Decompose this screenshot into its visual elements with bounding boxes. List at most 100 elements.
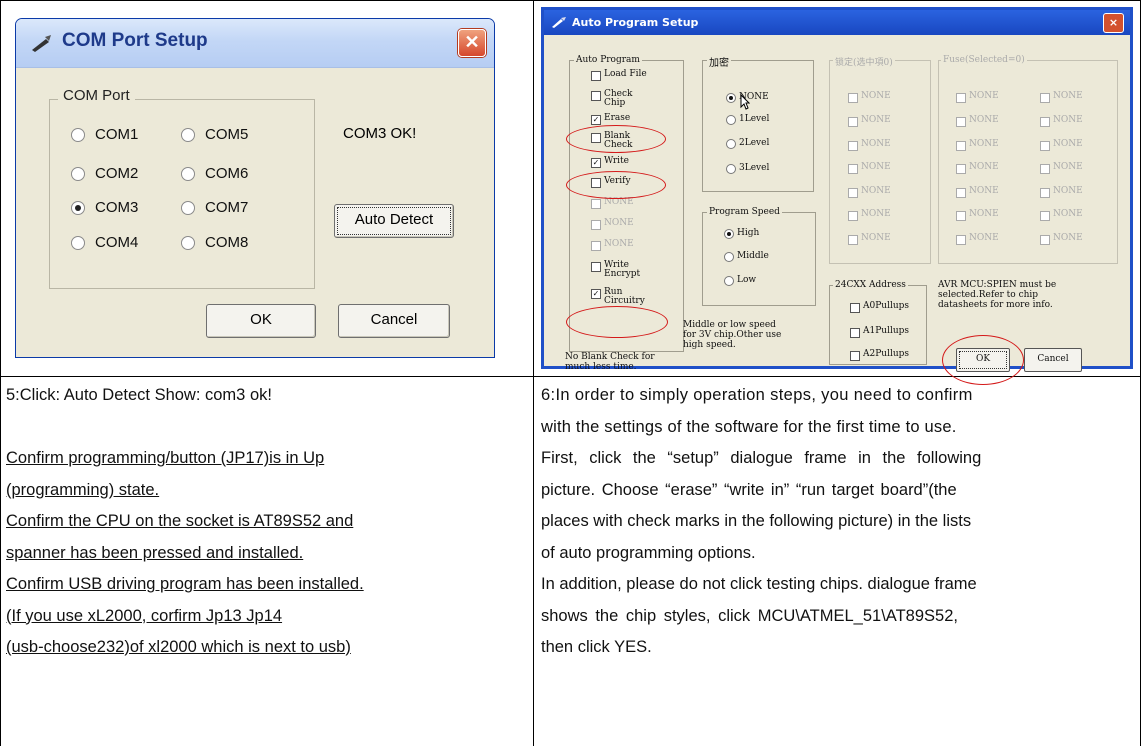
fuse-group bbox=[938, 60, 1118, 264]
wand-icon bbox=[552, 17, 566, 28]
title-bar: COM Port Setup ✕ bbox=[16, 19, 494, 68]
checkbox-box bbox=[591, 91, 601, 101]
lock-label: 锁定(选中項0) bbox=[833, 55, 895, 68]
instruction-line: (usb-choose232)of xl2000 which is next t… bbox=[6, 638, 351, 656]
checkbox-box bbox=[1040, 164, 1050, 174]
checkbox-label: Check Chip bbox=[604, 89, 633, 108]
cancel-button[interactable]: Cancel bbox=[1024, 348, 1082, 372]
step-6-line: 6:In order to simply operation steps, yo… bbox=[541, 386, 973, 404]
wand-icon bbox=[32, 35, 51, 52]
encrypt-label: 加密 bbox=[707, 54, 731, 69]
checkbox-box bbox=[848, 141, 858, 151]
instruction-line: Confirm USB driving program has been ins… bbox=[6, 575, 364, 593]
right-instructions: 6:In order to simply operation steps, yo… bbox=[541, 380, 1133, 664]
step-6-line: with the settings of the software for th… bbox=[541, 417, 957, 436]
checkbox-label: NONE bbox=[1053, 115, 1083, 125]
dialog-title: COM Port Setup bbox=[62, 30, 208, 51]
instruction-line: spanner has been pressed and installed. bbox=[6, 543, 304, 562]
checkbox-label: NONE bbox=[861, 139, 891, 149]
close-button[interactable]: × bbox=[1103, 13, 1124, 33]
checkbox-box bbox=[1040, 93, 1050, 103]
checkbox-box bbox=[848, 211, 858, 221]
instruction-line: Confirm the CPU on the socket is AT89S52… bbox=[6, 512, 354, 530]
checkbox-label: NONE bbox=[861, 186, 891, 196]
step-6-line: of auto programming options. bbox=[541, 543, 756, 562]
dialog-title: Auto Program Setup bbox=[572, 16, 699, 29]
checkbox-label: NONE bbox=[969, 139, 999, 149]
checkbox-label: NONE bbox=[861, 91, 891, 101]
blank-check-note: No Blank Check for much less time. bbox=[565, 352, 655, 372]
address-label: 24CXX Address bbox=[833, 280, 908, 290]
checkbox-box bbox=[1040, 188, 1050, 198]
close-button[interactable]: ✕ bbox=[458, 29, 486, 57]
instruction-line: (programming) state. bbox=[6, 480, 160, 499]
step-6-line: First, click the “setup” dialogue frame … bbox=[541, 449, 982, 467]
checkbox-box bbox=[956, 235, 966, 245]
cancel-button[interactable]: Cancel bbox=[338, 304, 450, 338]
checkbox-box bbox=[591, 262, 601, 272]
table-border-top bbox=[0, 0, 1141, 1]
checkbox-label: NONE bbox=[1053, 139, 1083, 149]
program-speed-label: Program Speed bbox=[707, 207, 782, 217]
checkbox-label: Write bbox=[604, 156, 629, 166]
mouse-cursor-icon bbox=[740, 94, 750, 110]
checkbox-box bbox=[956, 93, 966, 103]
com-port-setup-dialog: COM Port Setup ✕ COM Port COM1 COM2 COM3… bbox=[15, 18, 495, 358]
checkbox-label: NONE bbox=[604, 197, 634, 207]
highlight-run-circuitry bbox=[566, 306, 668, 338]
step-6-line: shows the chip styles, click MCU\ATMEL_5… bbox=[541, 606, 958, 625]
checkbox-box bbox=[591, 71, 601, 81]
checkbox-label: Write Encrypt bbox=[604, 260, 641, 279]
auto-detect-button[interactable]: Auto Detect bbox=[334, 204, 454, 238]
checkbox-label: NONE bbox=[861, 209, 891, 219]
checkbox-box bbox=[956, 117, 966, 127]
checkbox-label: NONE bbox=[969, 91, 999, 101]
checkmark-icon: ✓ bbox=[591, 289, 601, 299]
checkbox-label: NONE bbox=[969, 186, 999, 196]
com-port-group-label: COM Port bbox=[58, 87, 135, 104]
title-bar: Auto Program Setup × bbox=[544, 10, 1130, 35]
highlight-ok-button bbox=[942, 335, 1024, 385]
highlight-write bbox=[566, 171, 666, 199]
checkbox-box bbox=[591, 199, 601, 209]
instruction-line: (If you use xL2000, corfirm Jp13 Jp14 bbox=[6, 606, 283, 625]
checkbox-label: NONE bbox=[969, 115, 999, 125]
checkbox-label: Erase bbox=[604, 113, 631, 123]
checkbox-box bbox=[848, 188, 858, 198]
checkbox-label: NONE bbox=[604, 218, 634, 228]
checkbox-box bbox=[1040, 117, 1050, 127]
checkbox-label: NONE bbox=[861, 233, 891, 243]
checkbox-box bbox=[956, 188, 966, 198]
com-port-group bbox=[49, 99, 315, 289]
checkbox-label: Load File bbox=[604, 69, 647, 79]
checkbox-label: Run Circuitry bbox=[604, 287, 645, 306]
fuse-label: Fuse(Selected=0) bbox=[941, 55, 1027, 65]
checkbox-box bbox=[591, 220, 601, 230]
checkbox-label: NONE bbox=[604, 239, 634, 249]
checkbox-box bbox=[1040, 141, 1050, 151]
checkmark-icon: ✓ bbox=[591, 115, 601, 125]
status-text: COM3 OK! bbox=[343, 125, 417, 142]
step-6-line: then click YES. bbox=[541, 638, 652, 656]
ok-button[interactable]: OK bbox=[206, 304, 316, 338]
checkbox-label: NONE bbox=[1053, 233, 1083, 243]
auto-program-label: Auto Program bbox=[574, 55, 642, 65]
auto-program-setup-dialog: Auto Program Setup × Auto Program Load F… bbox=[541, 7, 1133, 385]
checkbox-label: NONE bbox=[861, 115, 891, 125]
checkbox-box bbox=[848, 93, 858, 103]
left-instructions: 5:Click: Auto Detect Show: com3 ok! Conf… bbox=[6, 380, 526, 664]
checkbox-label: NONE bbox=[861, 162, 891, 172]
checkbox-label: NONE bbox=[969, 162, 999, 172]
speed-note: Middle or low speed for 3V chip.Other us… bbox=[683, 320, 782, 350]
checkbox-box bbox=[956, 211, 966, 221]
step-6-line: In addition, please do not click testing… bbox=[541, 575, 977, 593]
checkbox-label: NONE bbox=[1053, 209, 1083, 219]
checkbox-box bbox=[848, 235, 858, 245]
table-column-divider bbox=[533, 0, 534, 746]
checkbox-box bbox=[1040, 235, 1050, 245]
checkbox-box bbox=[1040, 211, 1050, 221]
checkbox-label: NONE bbox=[1053, 186, 1083, 196]
checkbox-label: NONE bbox=[1053, 91, 1083, 101]
avr-note: AVR MCU:SPIEN must be selected.Refer to … bbox=[938, 280, 1057, 310]
